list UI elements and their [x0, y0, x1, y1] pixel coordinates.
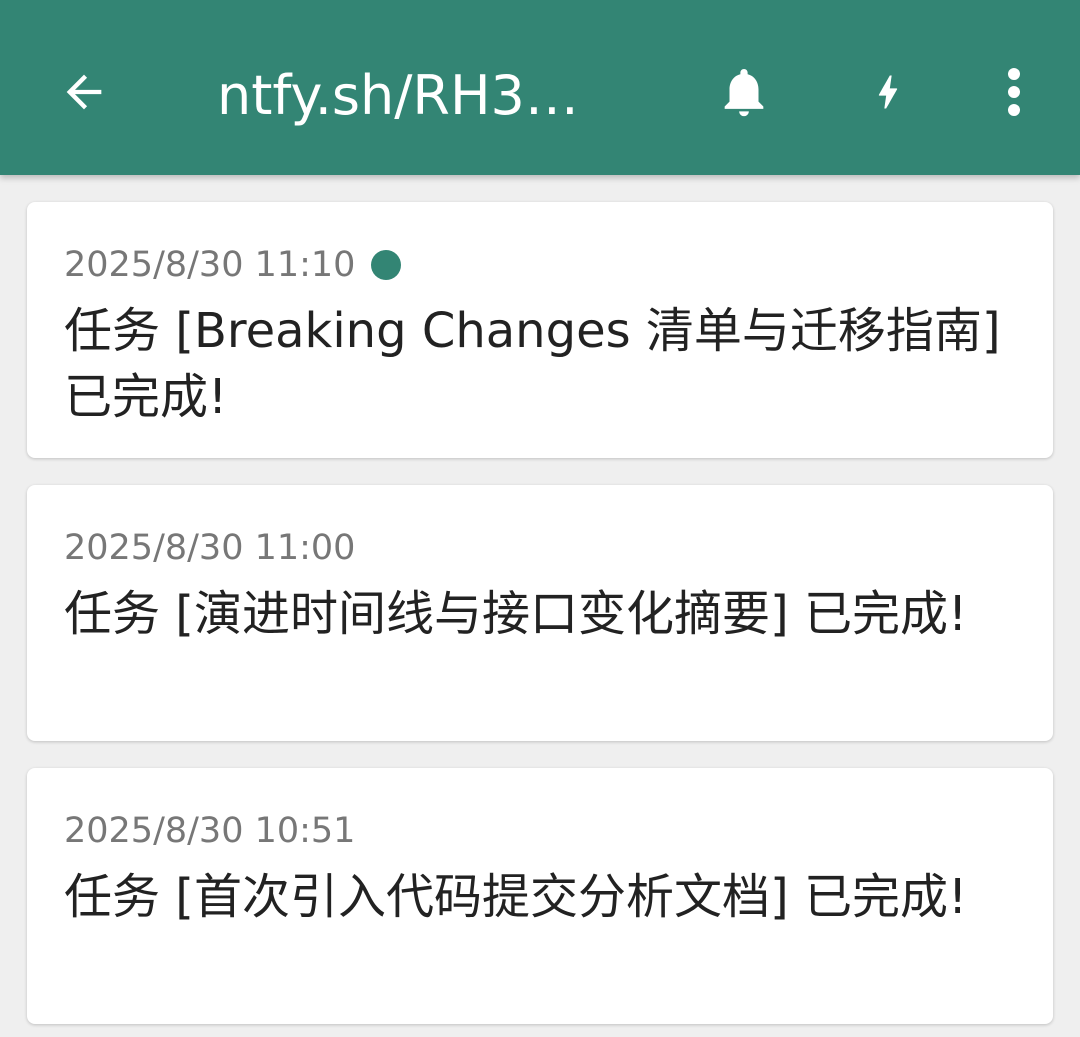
topic-title: ntfy.sh/RH3…	[217, 64, 579, 127]
notification-card[interactable]: 2025/8/30 11:00 任务 [演进时间线与接口变化摘要] 已完成!	[27, 485, 1053, 741]
notification-card[interactable]: 2025/8/30 10:51 任务 [首次引入代码提交分析文档] 已完成!	[27, 768, 1053, 1024]
notification-time-text: 2025/8/30 10:51	[64, 811, 356, 851]
notification-time-text: 2025/8/30 11:00	[64, 528, 356, 568]
back-arrow-icon	[58, 66, 110, 122]
bolt-icon	[866, 60, 910, 128]
notification-time: 2025/8/30 11:10	[64, 240, 402, 290]
notifications-toggle-button[interactable]	[710, 58, 778, 130]
notification-card[interactable]: 2025/8/30 11:10 任务 [Breaking Changes 清单与…	[27, 202, 1053, 458]
more-vert-icon	[1006, 66, 1022, 122]
notification-message: 任务 [首次引入代码提交分析文档] 已完成!	[64, 869, 968, 925]
notification-message: 任务 [演进时间线与接口变化摘要] 已完成!	[64, 586, 968, 642]
bell-icon	[715, 61, 773, 127]
notification-time: 2025/8/30 11:00	[64, 523, 355, 573]
back-button[interactable]	[54, 64, 114, 124]
unread-dot-icon	[371, 250, 402, 280]
app-bar: ntfy.sh/RH3…	[0, 0, 1080, 175]
notification-message: 任务 [Breaking Changes 清单与迁移指南] 已完成!	[64, 303, 1001, 425]
notification-time-text: 2025/8/30 11:10	[64, 245, 356, 285]
notification-time: 2025/8/30 10:51	[64, 806, 355, 856]
send-test-button[interactable]	[858, 58, 918, 130]
more-options-button[interactable]	[990, 58, 1038, 130]
